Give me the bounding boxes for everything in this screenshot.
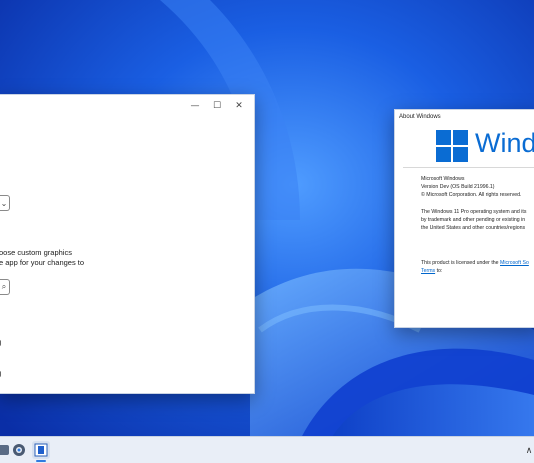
chevron-up-icon[interactable]: ∧ — [520, 441, 534, 459]
search-icon: ⌕ — [1, 282, 7, 291]
list-item[interactable]: ) — [0, 338, 2, 347]
description-line-2: e app for your changes to — [0, 258, 85, 267]
license-line-2: Terms to: — [421, 268, 442, 275]
list-item[interactable]: ) — [0, 369, 2, 378]
description-line-1: oose custom graphics — [0, 248, 72, 257]
version-text: Version Dev (OS Build 21996.1) — [421, 184, 495, 190]
about-windows-dialog: About Windows Windo Microsoft Windows Ve… — [394, 109, 534, 328]
maximize-button[interactable]: ☐ — [206, 99, 228, 113]
license-prefix: This product is licensed under the — [421, 260, 501, 266]
dialog-title: About Windows — [399, 114, 441, 120]
windows-logo-text: Windo — [475, 128, 534, 158]
legal-line-2: by trademark and other pending or existi… — [421, 217, 526, 223]
windows-logo-icon — [436, 130, 468, 162]
settings-window: — ☐ ✕ ⌄ oose custom graphics e app for y… — [0, 94, 255, 394]
taskbar: ∧ — [0, 436, 534, 463]
minimize-button[interactable]: — — [184, 99, 206, 113]
app-type-dropdown[interactable]: ⌄ — [0, 195, 10, 211]
legal-line-3: the United States and other countries/re… — [421, 225, 526, 231]
legal-line-1: The Windows 11 Pro operating system and … — [421, 209, 527, 215]
license-suffix: to: — [435, 268, 443, 274]
copyright-text: © Microsoft Corporation. All rights rese… — [421, 192, 522, 198]
chevron-down-icon: ⌄ — [0, 198, 8, 208]
license-line: This product is licensed under the Micro… — [421, 260, 529, 267]
product-name: Microsoft Windows — [421, 176, 465, 182]
close-button[interactable]: ✕ — [228, 99, 250, 113]
terms-link[interactable]: Terms — [421, 268, 435, 274]
license-terms-link[interactable]: Microsoft So — [500, 260, 529, 266]
about-window-icon[interactable] — [32, 441, 50, 459]
window-controls: — ☐ ✕ — [184, 99, 250, 113]
divider — [403, 167, 534, 168]
settings-gear-icon[interactable] — [10, 441, 28, 459]
search-apps-field[interactable]: ⌕ — [0, 279, 10, 295]
